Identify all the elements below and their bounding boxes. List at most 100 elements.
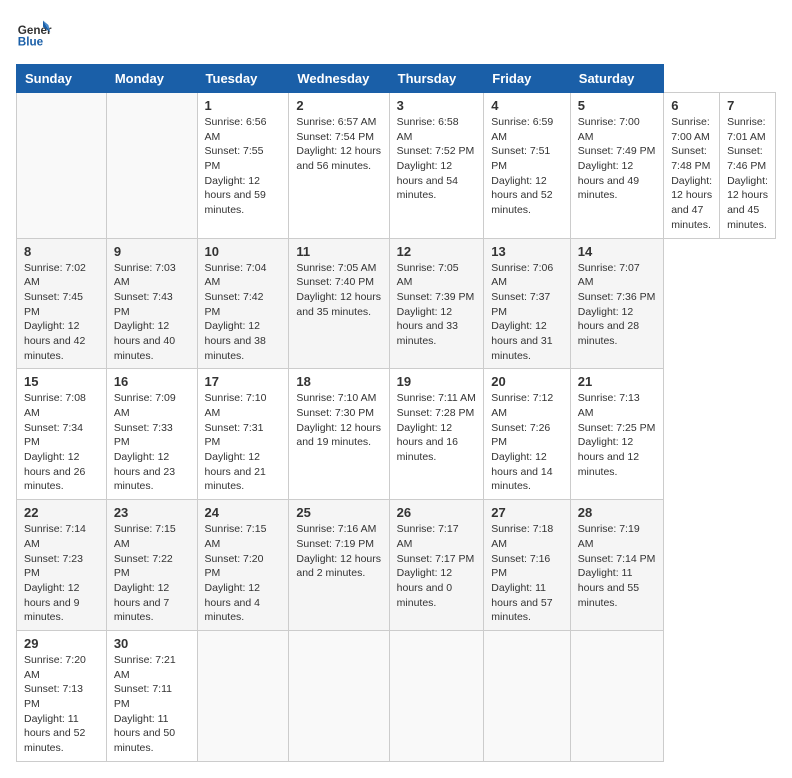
calendar-cell	[570, 630, 663, 761]
day-info: Sunrise: 7:01 AMSunset: 7:46 PMDaylight:…	[727, 116, 768, 231]
day-info: Sunrise: 7:10 AMSunset: 7:30 PMDaylight:…	[296, 392, 381, 448]
day-info: Sunrise: 7:09 AMSunset: 7:33 PMDaylight:…	[114, 392, 176, 492]
calendar-cell: 11 Sunrise: 7:05 AMSunset: 7:40 PMDaylig…	[289, 238, 389, 369]
day-number: 12	[397, 244, 477, 259]
day-info: Sunrise: 7:14 AMSunset: 7:23 PMDaylight:…	[24, 523, 86, 623]
day-number: 29	[24, 636, 99, 651]
day-info: Sunrise: 7:15 AMSunset: 7:20 PMDaylight:…	[205, 523, 267, 623]
calendar-cell: 15 Sunrise: 7:08 AMSunset: 7:34 PMDaylig…	[17, 369, 107, 500]
day-number: 17	[205, 374, 282, 389]
page-header: General Blue	[16, 16, 776, 52]
day-number: 14	[578, 244, 656, 259]
week-row: 15 Sunrise: 7:08 AMSunset: 7:34 PMDaylig…	[17, 369, 776, 500]
calendar-cell	[389, 630, 484, 761]
calendar-cell: 4 Sunrise: 6:59 AMSunset: 7:51 PMDayligh…	[484, 93, 570, 239]
week-row: 22 Sunrise: 7:14 AMSunset: 7:23 PMDaylig…	[17, 500, 776, 631]
day-number: 3	[397, 98, 477, 113]
col-header-monday: Monday	[106, 65, 197, 93]
day-info: Sunrise: 7:08 AMSunset: 7:34 PMDaylight:…	[24, 392, 86, 492]
day-info: Sunrise: 7:13 AMSunset: 7:25 PMDaylight:…	[578, 392, 656, 477]
calendar-cell: 23 Sunrise: 7:15 AMSunset: 7:22 PMDaylig…	[106, 500, 197, 631]
day-info: Sunrise: 7:16 AMSunset: 7:19 PMDaylight:…	[296, 523, 381, 579]
calendar-cell: 12 Sunrise: 7:05 AMSunset: 7:39 PMDaylig…	[389, 238, 484, 369]
col-header-thursday: Thursday	[389, 65, 484, 93]
day-info: Sunrise: 7:20 AMSunset: 7:13 PMDaylight:…	[24, 654, 86, 754]
day-info: Sunrise: 7:10 AMSunset: 7:31 PMDaylight:…	[205, 392, 267, 492]
day-number: 28	[578, 505, 656, 520]
logo: General Blue	[16, 16, 52, 52]
calendar-cell: 19 Sunrise: 7:11 AMSunset: 7:28 PMDaylig…	[389, 369, 484, 500]
day-info: Sunrise: 6:57 AMSunset: 7:54 PMDaylight:…	[296, 116, 381, 172]
calendar-cell: 13 Sunrise: 7:06 AMSunset: 7:37 PMDaylig…	[484, 238, 570, 369]
calendar-cell: 27 Sunrise: 7:18 AMSunset: 7:16 PMDaylig…	[484, 500, 570, 631]
week-row: 8 Sunrise: 7:02 AMSunset: 7:45 PMDayligh…	[17, 238, 776, 369]
day-number: 13	[491, 244, 562, 259]
day-number: 27	[491, 505, 562, 520]
calendar-cell	[106, 93, 197, 239]
col-header-tuesday: Tuesday	[197, 65, 289, 93]
day-number: 19	[397, 374, 477, 389]
calendar-cell: 5 Sunrise: 7:00 AMSunset: 7:49 PMDayligh…	[570, 93, 663, 239]
day-info: Sunrise: 7:12 AMSunset: 7:26 PMDaylight:…	[491, 392, 553, 492]
day-info: Sunrise: 7:19 AMSunset: 7:14 PMDaylight:…	[578, 523, 656, 608]
day-number: 26	[397, 505, 477, 520]
day-number: 2	[296, 98, 381, 113]
calendar-cell: 3 Sunrise: 6:58 AMSunset: 7:52 PMDayligh…	[389, 93, 484, 239]
day-number: 18	[296, 374, 381, 389]
calendar-cell: 30 Sunrise: 7:21 AMSunset: 7:11 PMDaylig…	[106, 630, 197, 761]
day-info: Sunrise: 7:18 AMSunset: 7:16 PMDaylight:…	[491, 523, 553, 623]
calendar-cell: 24 Sunrise: 7:15 AMSunset: 7:20 PMDaylig…	[197, 500, 289, 631]
day-info: Sunrise: 7:02 AMSunset: 7:45 PMDaylight:…	[24, 262, 86, 362]
day-number: 7	[727, 98, 768, 113]
calendar-cell: 8 Sunrise: 7:02 AMSunset: 7:45 PMDayligh…	[17, 238, 107, 369]
day-number: 22	[24, 505, 99, 520]
day-info: Sunrise: 6:59 AMSunset: 7:51 PMDaylight:…	[491, 116, 553, 216]
day-info: Sunrise: 7:07 AMSunset: 7:36 PMDaylight:…	[578, 262, 656, 347]
calendar-cell: 21 Sunrise: 7:13 AMSunset: 7:25 PMDaylig…	[570, 369, 663, 500]
day-number: 5	[578, 98, 656, 113]
day-info: Sunrise: 7:06 AMSunset: 7:37 PMDaylight:…	[491, 262, 553, 362]
day-info: Sunrise: 7:15 AMSunset: 7:22 PMDaylight:…	[114, 523, 176, 623]
calendar-cell: 16 Sunrise: 7:09 AMSunset: 7:33 PMDaylig…	[106, 369, 197, 500]
day-info: Sunrise: 7:00 AMSunset: 7:48 PMDaylight:…	[671, 116, 712, 231]
week-row: 1 Sunrise: 6:56 AMSunset: 7:55 PMDayligh…	[17, 93, 776, 239]
day-number: 23	[114, 505, 190, 520]
calendar-cell: 18 Sunrise: 7:10 AMSunset: 7:30 PMDaylig…	[289, 369, 389, 500]
col-header-friday: Friday	[484, 65, 570, 93]
calendar-cell: 25 Sunrise: 7:16 AMSunset: 7:19 PMDaylig…	[289, 500, 389, 631]
day-number: 25	[296, 505, 381, 520]
day-number: 8	[24, 244, 99, 259]
day-number: 6	[671, 98, 712, 113]
week-row: 29 Sunrise: 7:20 AMSunset: 7:13 PMDaylig…	[17, 630, 776, 761]
day-number: 16	[114, 374, 190, 389]
day-info: Sunrise: 6:56 AMSunset: 7:55 PMDaylight:…	[205, 116, 267, 216]
calendar-cell: 10 Sunrise: 7:04 AMSunset: 7:42 PMDaylig…	[197, 238, 289, 369]
day-number: 10	[205, 244, 282, 259]
day-info: Sunrise: 6:58 AMSunset: 7:52 PMDaylight:…	[397, 116, 475, 201]
day-info: Sunrise: 7:03 AMSunset: 7:43 PMDaylight:…	[114, 262, 176, 362]
day-number: 21	[578, 374, 656, 389]
day-info: Sunrise: 7:11 AMSunset: 7:28 PMDaylight:…	[397, 392, 476, 463]
calendar-cell	[289, 630, 389, 761]
day-info: Sunrise: 7:04 AMSunset: 7:42 PMDaylight:…	[205, 262, 267, 362]
svg-text:Blue: Blue	[18, 36, 44, 49]
calendar-cell: 1 Sunrise: 6:56 AMSunset: 7:55 PMDayligh…	[197, 93, 289, 239]
day-number: 1	[205, 98, 282, 113]
calendar-cell: 2 Sunrise: 6:57 AMSunset: 7:54 PMDayligh…	[289, 93, 389, 239]
day-info: Sunrise: 7:17 AMSunset: 7:17 PMDaylight:…	[397, 523, 475, 608]
calendar-cell: 14 Sunrise: 7:07 AMSunset: 7:36 PMDaylig…	[570, 238, 663, 369]
calendar-cell: 9 Sunrise: 7:03 AMSunset: 7:43 PMDayligh…	[106, 238, 197, 369]
calendar-cell: 17 Sunrise: 7:10 AMSunset: 7:31 PMDaylig…	[197, 369, 289, 500]
calendar-cell: 28 Sunrise: 7:19 AMSunset: 7:14 PMDaylig…	[570, 500, 663, 631]
days-header-row: SundayMondayTuesdayWednesdayThursdayFrid…	[17, 65, 776, 93]
day-number: 20	[491, 374, 562, 389]
day-number: 9	[114, 244, 190, 259]
day-number: 24	[205, 505, 282, 520]
day-number: 11	[296, 244, 381, 259]
day-number: 15	[24, 374, 99, 389]
day-info: Sunrise: 7:05 AMSunset: 7:39 PMDaylight:…	[397, 262, 475, 347]
calendar-cell: 22 Sunrise: 7:14 AMSunset: 7:23 PMDaylig…	[17, 500, 107, 631]
day-info: Sunrise: 7:21 AMSunset: 7:11 PMDaylight:…	[114, 654, 176, 754]
calendar-cell: 7 Sunrise: 7:01 AMSunset: 7:46 PMDayligh…	[720, 93, 776, 239]
logo-icon: General Blue	[16, 16, 52, 52]
